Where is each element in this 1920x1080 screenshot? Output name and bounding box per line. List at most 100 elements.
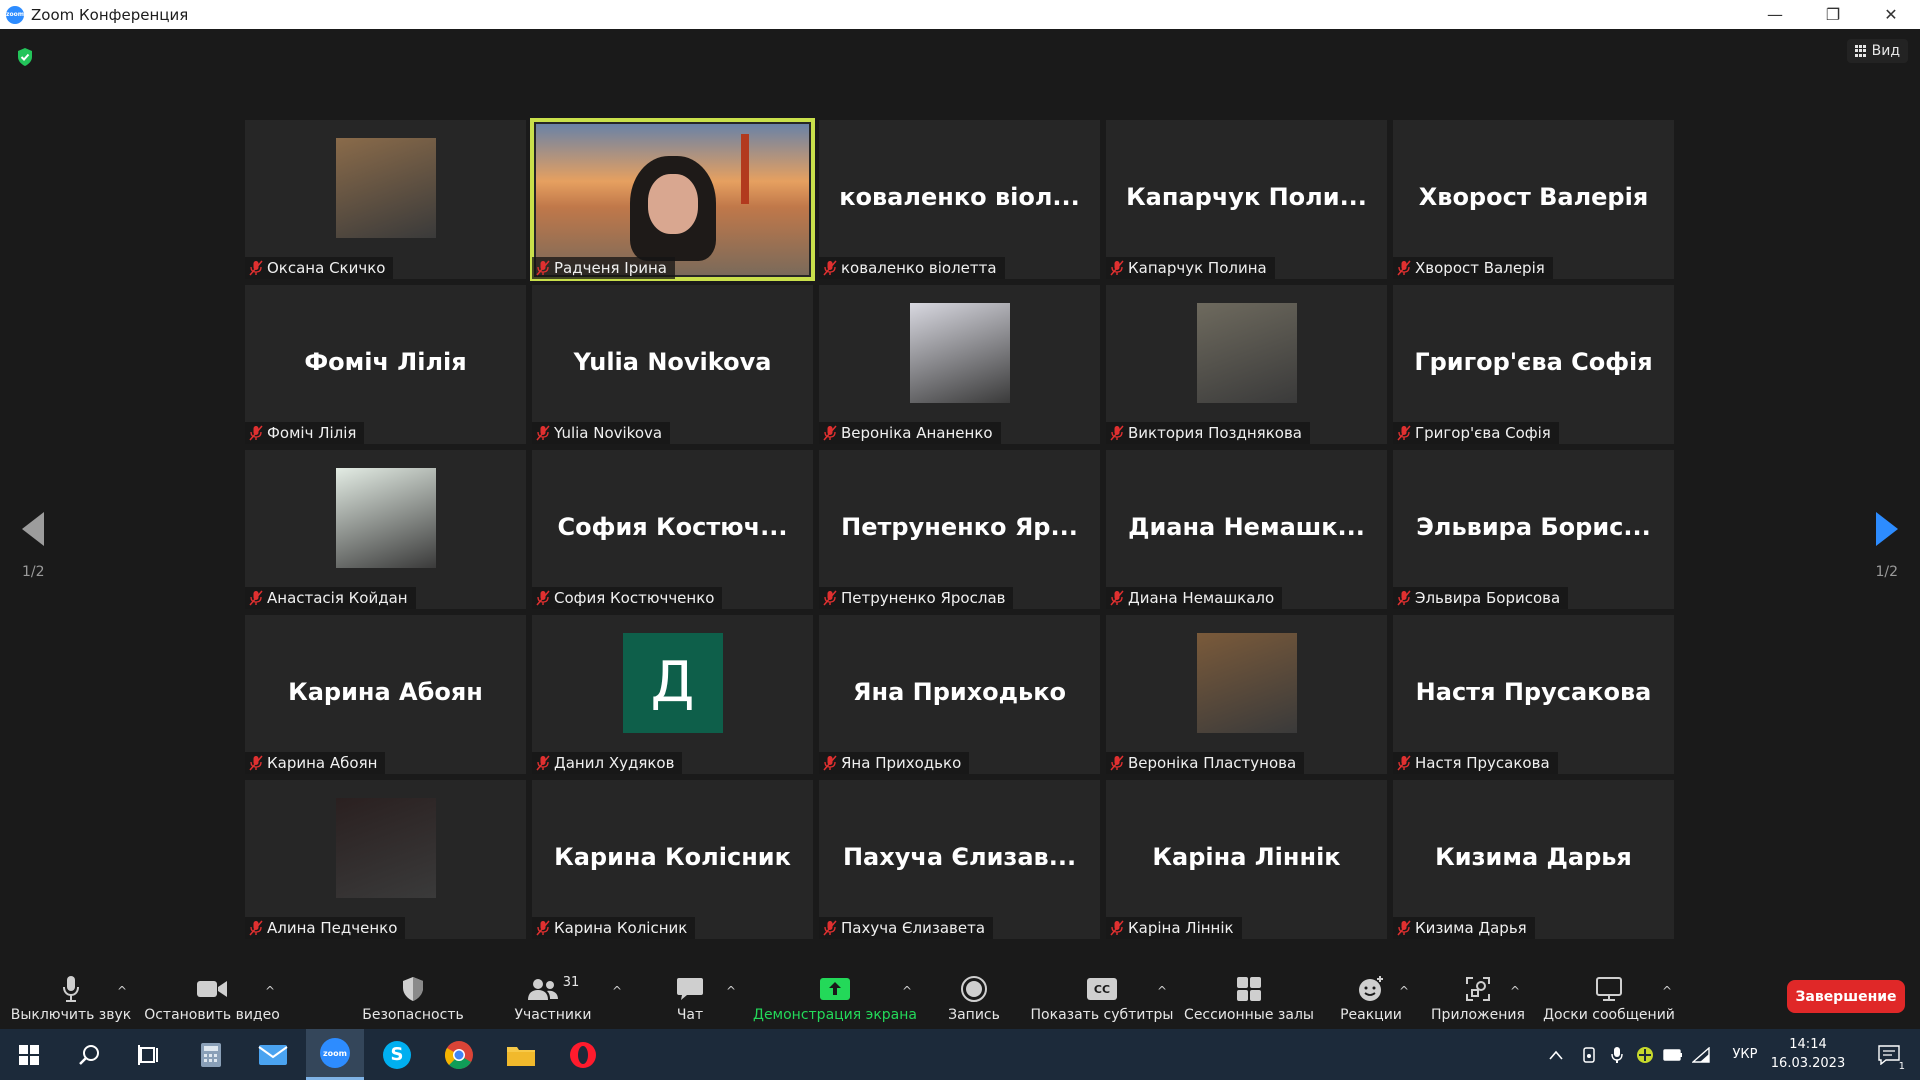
breakout-rooms-button[interactable]: Сессионные залы bbox=[1184, 974, 1314, 1029]
participant-tile[interactable]: Кизима Дарья Кизима Дарья bbox=[1393, 780, 1674, 939]
minimize-button[interactable]: — bbox=[1746, 0, 1804, 29]
view-button[interactable]: Вид bbox=[1846, 39, 1908, 63]
participant-tile[interactable]: коваленко віол... коваленко віолетта bbox=[819, 120, 1100, 279]
participant-tile[interactable]: София Костюч... София Костючченко bbox=[532, 450, 813, 609]
participant-tile[interactable]: Яна Приходько Яна Приходько bbox=[819, 615, 1100, 774]
participant-tile[interactable]: Оксана Скичко bbox=[245, 120, 526, 279]
video-options-caret[interactable]: ^ bbox=[265, 984, 275, 998]
participant-tile[interactable]: Анастасія Койдан bbox=[245, 450, 526, 609]
participant-name: Эльвира Борисова bbox=[1415, 589, 1561, 607]
participant-tile[interactable]: Диана Немашк... Диана Немашкало bbox=[1106, 450, 1387, 609]
participant-tile[interactable]: Фоміч Лілія Фоміч Лілія bbox=[245, 285, 526, 444]
mute-button[interactable]: Выключить звук bbox=[10, 974, 132, 1029]
participant-tile[interactable]: Вероніка Ананенко bbox=[819, 285, 1100, 444]
participant-display-name: Диана Немашк... bbox=[1128, 512, 1365, 541]
tray-overflow-caret[interactable] bbox=[1542, 1029, 1570, 1080]
taskbar-calculator[interactable] bbox=[182, 1029, 240, 1080]
encryption-shield-icon[interactable] bbox=[16, 47, 34, 67]
participant-name-tag: Григор'єва Софія bbox=[1393, 422, 1559, 444]
chat-options-caret[interactable]: ^ bbox=[726, 984, 736, 998]
restore-button[interactable]: ❐ bbox=[1804, 0, 1862, 29]
participant-tile[interactable]: Карина Абоян Карина Абоян bbox=[245, 615, 526, 774]
participant-tile[interactable]: Карина Колісник Карина Колісник bbox=[532, 780, 813, 939]
muted-microphone-icon bbox=[1110, 920, 1124, 936]
tray-app[interactable] bbox=[1632, 1029, 1658, 1080]
tray-battery[interactable] bbox=[1660, 1029, 1686, 1080]
arrow-right-icon[interactable] bbox=[1875, 512, 1898, 546]
closed-captions-icon: CC bbox=[1087, 978, 1117, 1000]
letter-avatar: Д bbox=[622, 632, 723, 733]
participant-grid: Оксана Скичко Радченя Ірина коваленко віол… bbox=[245, 118, 1675, 939]
participant-tile-active-speaker[interactable]: Радченя Ірина bbox=[530, 118, 815, 281]
participant-name-tag: Алина Педченко bbox=[245, 917, 406, 939]
taskbar-zoom[interactable]: zoom bbox=[306, 1029, 364, 1080]
muted-microphone-icon bbox=[536, 920, 550, 936]
security-button[interactable]: Безопасность bbox=[360, 974, 466, 1029]
muted-microphone-icon bbox=[823, 260, 837, 276]
end-meeting-button[interactable]: Завершение bbox=[1787, 980, 1905, 1013]
grid-view-icon bbox=[1854, 45, 1867, 57]
apps-options-caret[interactable]: ^ bbox=[1510, 984, 1520, 998]
participant-tile[interactable]: Эльвира Борис... Эльвира Борисова bbox=[1393, 450, 1674, 609]
whiteboards-button[interactable]: Доски сообщений bbox=[1540, 974, 1678, 1029]
whiteboards-options-caret[interactable]: ^ bbox=[1662, 984, 1672, 998]
participant-tile[interactable]: Виктория Позднякова bbox=[1106, 285, 1387, 444]
stop-video-button[interactable]: Остановить видео bbox=[144, 974, 280, 1029]
audio-options-caret[interactable]: ^ bbox=[117, 984, 127, 998]
participant-tile[interactable]: Петруненко Яр... Петруненко Ярослав bbox=[819, 450, 1100, 609]
notifications-button[interactable]: 1 bbox=[1864, 1029, 1914, 1080]
participant-tile[interactable]: Алина Педченко bbox=[245, 780, 526, 939]
taskbar-mail[interactable] bbox=[244, 1029, 302, 1080]
participant-display-name: Настя Прусакова bbox=[1415, 677, 1652, 706]
captions-label: Показать субтитры bbox=[1030, 1007, 1174, 1023]
muted-microphone-icon bbox=[823, 425, 837, 441]
previous-page[interactable]: 1/2 bbox=[22, 512, 45, 580]
task-view-button[interactable] bbox=[120, 1029, 178, 1080]
participant-name: Каріна Ліннік bbox=[1128, 919, 1234, 937]
tray-app-icon bbox=[1637, 1046, 1653, 1063]
participant-display-name: Каріна Ліннік bbox=[1152, 842, 1341, 871]
person-face bbox=[647, 174, 698, 234]
tray-device[interactable] bbox=[1576, 1029, 1602, 1080]
participant-tile[interactable]: Вероніка Пластунова bbox=[1106, 615, 1387, 774]
share-screen-button[interactable]: Демонстрация экрана bbox=[752, 974, 918, 1029]
tray-wifi[interactable] bbox=[1688, 1029, 1714, 1080]
participant-tile[interactable]: Капарчук Поли... Капарчук Полина bbox=[1106, 120, 1387, 279]
windows-logo-icon bbox=[19, 1044, 39, 1065]
taskbar-chrome[interactable] bbox=[430, 1029, 488, 1080]
participant-tile[interactable]: Григор'єва Софія Григор'єва Софія bbox=[1393, 285, 1674, 444]
participant-display-name: Яна Приходько bbox=[853, 677, 1066, 706]
apps-button[interactable]: Приложения bbox=[1428, 974, 1528, 1029]
next-page[interactable]: 1/2 bbox=[1875, 512, 1898, 580]
taskbar-file-explorer[interactable] bbox=[492, 1029, 550, 1080]
reactions-options-caret[interactable]: ^ bbox=[1399, 984, 1409, 998]
taskbar-opera[interactable] bbox=[554, 1029, 612, 1080]
participant-display-name: коваленко віол... bbox=[839, 182, 1080, 211]
participants-button[interactable]: 31 Участники bbox=[508, 974, 598, 1029]
captions-button[interactable]: CC Показать субтитры bbox=[1031, 974, 1174, 1029]
participant-tile[interactable]: Yulia Novikova Yulia Novikova bbox=[532, 285, 813, 444]
view-label: Вид bbox=[1871, 43, 1900, 59]
share-options-caret[interactable]: ^ bbox=[902, 984, 912, 998]
whiteboard-icon bbox=[1596, 977, 1622, 1001]
arrow-left-icon[interactable] bbox=[22, 512, 45, 546]
start-button[interactable] bbox=[0, 1029, 58, 1080]
captions-options-caret[interactable]: ^ bbox=[1157, 984, 1167, 998]
participant-name-tag: Хворост Валерія bbox=[1393, 257, 1553, 279]
tray-microphone[interactable] bbox=[1604, 1029, 1630, 1080]
taskbar-search[interactable] bbox=[60, 1029, 118, 1080]
participant-name: Диана Немашкало bbox=[1128, 589, 1275, 607]
reactions-button[interactable]: Реакции bbox=[1336, 974, 1406, 1029]
participant-tile[interactable]: Каріна Ліннік Каріна Ліннік bbox=[1106, 780, 1387, 939]
participants-options-caret[interactable]: ^ bbox=[612, 984, 622, 998]
taskbar-clock[interactable]: 14:14 16.03.2023 bbox=[1758, 1035, 1858, 1073]
participant-tile[interactable]: Д Данил Худяков bbox=[532, 615, 813, 774]
chat-button[interactable]: Чат bbox=[660, 974, 720, 1029]
muted-microphone-icon bbox=[1397, 920, 1411, 936]
participant-tile[interactable]: Хворост Валерія Хворост Валерія bbox=[1393, 120, 1674, 279]
participant-tile[interactable]: Пахуча Єлизав... Пахуча Єлизавета bbox=[819, 780, 1100, 939]
taskbar-skype[interactable]: S bbox=[368, 1029, 426, 1080]
record-button[interactable]: Запись bbox=[944, 974, 1004, 1029]
close-button[interactable]: ✕ bbox=[1862, 0, 1920, 29]
participant-tile[interactable]: Настя Прусакова Настя Прусакова bbox=[1393, 615, 1674, 774]
